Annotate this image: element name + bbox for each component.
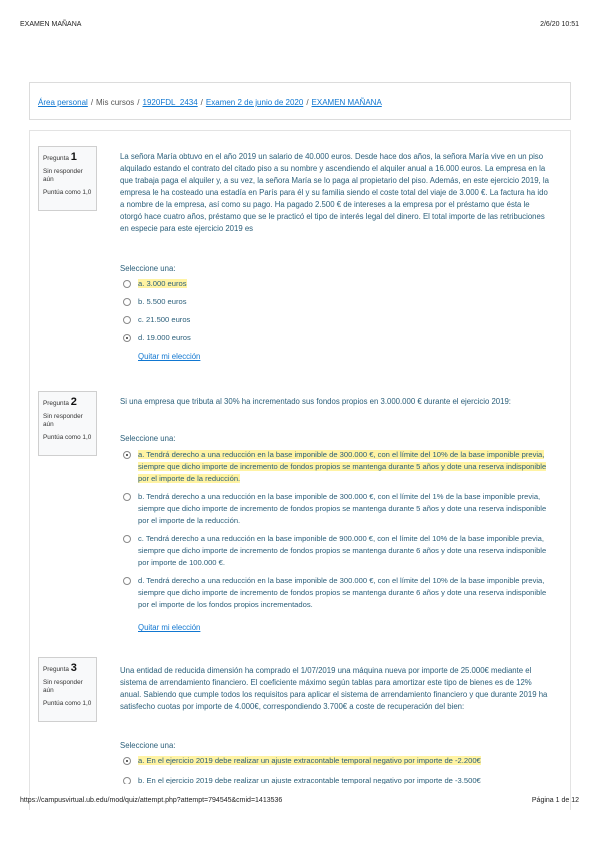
question-3-info: Pregunta 3 Sin responder aún Puntúa como…	[38, 657, 97, 722]
question-1-option-d[interactable]: d. 19.000 euros	[123, 332, 553, 344]
breadcrumb-card: Área personal / Mis cursos/1920FDL_2434/Ex…	[29, 82, 571, 120]
breadcrumb-link-course[interactable]: 1920FDL_2434	[143, 98, 198, 107]
option-label: b. En el ejercicio 2019 debe realizar un…	[138, 776, 481, 784]
option-label: a. En el ejercicio 2019 debe realizar un…	[138, 756, 481, 765]
breadcrumb-item-mis-cursos: Mis cursos	[96, 98, 135, 107]
question-1-info: Pregunta 1 Sin responder aún Puntúa como…	[38, 146, 97, 211]
radio-button[interactable]	[123, 280, 131, 288]
question-1-text: La señora María obtuvo en el año 2019 un…	[120, 152, 549, 233]
question-2-option-c[interactable]: c. Tendrá derecho a una reducción en la …	[123, 533, 553, 569]
breadcrumb-separator: /	[200, 98, 203, 107]
radio-button[interactable]	[123, 577, 131, 585]
breadcrumb-separator: /	[90, 98, 94, 107]
radio-button[interactable]	[123, 535, 131, 543]
question-2-option-b[interactable]: b. Tendrá derecho a una reducción en la …	[123, 491, 553, 527]
question-3-grade: Puntúa como 1,0	[43, 699, 92, 707]
question-2-state: Sin responder aún	[43, 412, 83, 429]
print-header: EXAMEN MAÑANA 2/6/20 10:51	[20, 21, 579, 33]
question-1-option-a[interactable]: a. 3.000 euros	[123, 278, 553, 290]
option-label: a. 3.000 euros	[138, 279, 187, 288]
question-2-option-d[interactable]: d. Tendrá derecho a una reducción en la …	[123, 575, 553, 611]
breadcrumb-separator: /	[306, 98, 309, 107]
question-3-state: Sin responder aún	[43, 678, 83, 695]
question-2-grade: Puntúa como 1,0	[43, 433, 92, 441]
option-label: d. Tendrá derecho a una reducción en la …	[138, 576, 547, 609]
question-2-option-a[interactable]: a. Tendrá derecho a una reducción en la …	[123, 449, 553, 485]
print-footer: https://campusvirtual.ub.edu/mod/quiz/at…	[20, 797, 579, 809]
question-1-clear-choice-link[interactable]: Quitar mi elección	[138, 352, 200, 361]
question-1-option-c[interactable]: c. 21.500 euros	[123, 314, 553, 326]
radio-button[interactable]	[123, 777, 131, 784]
radio-button-selected[interactable]	[123, 451, 131, 459]
print-page-number: Página 1 de 12	[531, 797, 579, 804]
radio-button[interactable]	[123, 298, 131, 306]
question-2-number: Pregunta 2	[43, 396, 77, 408]
option-label: a. Tendrá derecho a una reducción en la …	[138, 450, 547, 483]
breadcrumb-link-quiz[interactable]: EXAMEN MAÑANA	[312, 98, 382, 107]
question-3-option-b-clip: b. En el ejercicio 2019 debe realizar un…	[0, 775, 599, 784]
question-2-clear-choice-link[interactable]: Quitar mi elección	[138, 623, 200, 632]
option-label: c. 21.500 euros	[138, 315, 191, 324]
breadcrumb-link-area-personal[interactable]: Área personal	[38, 98, 88, 107]
breadcrumb-link-exam[interactable]: Examen 2 de junio de 2020	[206, 98, 303, 107]
option-label: d. 19.000 euros	[138, 333, 191, 342]
question-2-info: Pregunta 2 Sin responder aún Puntúa como…	[38, 391, 97, 456]
question-2-prompt: Seleccione una:	[120, 434, 176, 443]
radio-button-selected[interactable]	[123, 334, 131, 342]
radio-button-selected[interactable]	[123, 757, 131, 765]
print-url: https://campusvirtual.ub.edu/mod/quiz/at…	[20, 797, 283, 804]
print-title: EXAMEN MAÑANA	[20, 21, 82, 28]
question-1-number: Pregunta 1	[43, 151, 77, 163]
question-1-state: Sin responder aún	[43, 167, 83, 184]
option-label: b. Tendrá derecho a una reducción en la …	[138, 492, 547, 525]
radio-button[interactable]	[123, 493, 131, 501]
print-datetime: 2/6/20 10:51	[540, 21, 579, 28]
question-1-prompt: Seleccione una:	[120, 264, 176, 273]
radio-button[interactable]	[123, 316, 131, 324]
question-3-text: Una entidad de reducida dimensión ha com…	[120, 666, 548, 711]
question-1-option-b[interactable]: b. 5.500 euros	[123, 296, 553, 308]
option-label: b. 5.500 euros	[138, 297, 187, 306]
question-2-text: Si una empresa que tributa al 30% ha inc…	[120, 397, 511, 406]
question-3-number: Pregunta 3	[43, 662, 77, 674]
breadcrumb-separator: /	[137, 98, 140, 107]
breadcrumb: Área personal / Mis cursos/1920FDL_2434/Ex…	[38, 98, 382, 107]
question-3-option-a[interactable]: a. En el ejercicio 2019 debe realizar un…	[123, 755, 553, 767]
option-label: c. Tendrá derecho a una reducción en la …	[138, 534, 547, 567]
question-3-option-b[interactable]: b. En el ejercicio 2019 debe realizar un…	[123, 775, 553, 784]
question-1-grade: Puntúa como 1,0	[43, 188, 92, 196]
question-3-prompt: Seleccione una:	[120, 741, 176, 750]
